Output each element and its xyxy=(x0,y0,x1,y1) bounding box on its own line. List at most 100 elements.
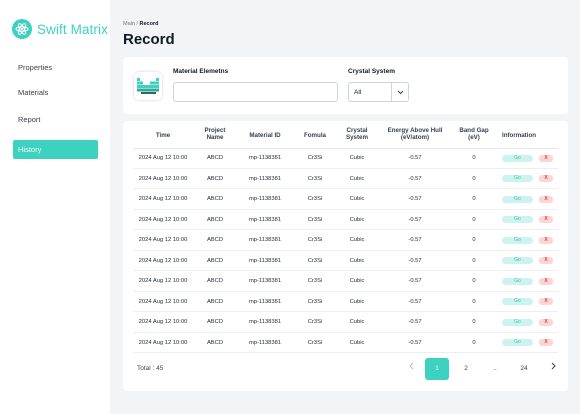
delete-button[interactable]: X xyxy=(539,154,553,162)
cell-energy-above-hull: -0.57 xyxy=(408,216,422,223)
sidebar-item-materials[interactable]: Materials xyxy=(13,83,98,102)
delete-button[interactable]: X xyxy=(539,175,553,182)
atom-icon xyxy=(12,19,32,39)
cell-project-name: ABCD xyxy=(206,155,224,161)
cell-band-gap: 0 xyxy=(472,175,476,182)
go-button[interactable]: Go xyxy=(502,318,533,326)
cell-crystal-system: Cubic xyxy=(349,298,365,305)
column-header-information: Information xyxy=(501,132,537,139)
column-header-crystal-system: Crystal System xyxy=(345,127,368,141)
cell-formula: Cr3Si xyxy=(307,175,323,182)
go-button[interactable]: Go xyxy=(502,195,533,203)
page-ellipsis: .. xyxy=(493,365,497,372)
go-button[interactable]: Go xyxy=(502,339,533,346)
cell-energy-above-hull: -0.57 xyxy=(408,298,422,305)
go-button[interactable]: Go xyxy=(502,298,533,305)
column-header-material-id: Material ID xyxy=(249,132,281,139)
chevron-down-icon[interactable] xyxy=(391,83,408,101)
cell-project-name: ABCD xyxy=(206,319,224,325)
filter-panel: Material Elemetns Crystal System All xyxy=(123,57,568,114)
crystal-system-select[interactable]: All xyxy=(348,82,409,102)
go-button[interactable]: Go xyxy=(502,277,533,285)
material-elements-input[interactable] xyxy=(173,82,338,102)
cell-formula: Cr3Si xyxy=(307,237,323,243)
go-button[interactable]: Go xyxy=(502,175,533,182)
app-name: Swift Matrix xyxy=(37,21,108,37)
go-button[interactable]: Go xyxy=(502,257,533,264)
delete-button[interactable]: X xyxy=(539,257,553,264)
breadcrumb-parent[interactable]: Main xyxy=(123,21,135,27)
column-header-band-gap: Band Gap (eV) xyxy=(459,127,489,141)
total-count: Total : 45 xyxy=(137,365,164,372)
column-header-energy-above-hull: Energy Above Hull (eV/atom) xyxy=(387,127,443,141)
go-button[interactable]: Go xyxy=(502,236,533,244)
delete-button[interactable]: X xyxy=(539,216,553,223)
cell-formula: Cr3Si xyxy=(307,319,323,325)
cell-band-gap: 0 xyxy=(472,237,476,243)
cell-formula: Cr3Si xyxy=(307,216,323,223)
cell-material-id: mp-1138381 xyxy=(248,237,282,243)
cell-time: 2024 Aug 12 10:00 xyxy=(138,216,188,223)
delete-button[interactable]: X xyxy=(539,318,553,326)
cell-band-gap: 0 xyxy=(472,216,476,223)
go-button[interactable]: Go xyxy=(502,216,533,223)
prev-page-button[interactable] xyxy=(399,358,423,380)
cell-formula: Cr3Si xyxy=(307,196,323,202)
delete-button[interactable]: X xyxy=(539,236,553,244)
table-row: 2024 Aug 12 10:00 ABCD mp-1138381 Cr3Si Cubi… xyxy=(133,312,558,333)
cell-project-name: ABCD xyxy=(206,298,224,305)
table-row: 2024 Aug 12 10:00 ABCD mp-1138381 Cr3Si Cubi… xyxy=(133,210,558,230)
cell-crystal-system: Cubic xyxy=(349,196,365,202)
cell-energy-above-hull: -0.57 xyxy=(408,278,422,284)
cell-band-gap: 0 xyxy=(472,278,476,284)
cell-time: 2024 Aug 12 10:00 xyxy=(138,298,188,305)
sidebar: Swift Matrix Properties Materials Report… xyxy=(0,0,110,414)
cell-time: 2024 Aug 12 10:00 xyxy=(138,257,188,264)
cell-time: 2024 Aug 12 10:00 xyxy=(138,319,188,325)
cell-material-id: mp-1138381 xyxy=(248,298,282,305)
cell-time: 2024 Aug 12 10:00 xyxy=(138,237,188,243)
page-button-1[interactable]: 1 xyxy=(425,358,449,380)
cell-material-id: mp-1138381 xyxy=(248,278,282,284)
chevron-left-icon xyxy=(408,362,413,370)
table-row: 2024 Aug 12 10:00 ABCD mp-1138381 Cr3Si Cubi… xyxy=(133,189,558,210)
chevron-right-icon xyxy=(551,362,556,370)
go-button[interactable]: Go xyxy=(502,154,533,162)
cell-project-name: ABCD xyxy=(206,339,224,346)
cell-formula: Cr3Si xyxy=(307,257,323,264)
table-row: 2024 Aug 12 10:00 ABCD mp-1138381 Cr3Si Cubi… xyxy=(133,333,558,353)
crystal-system-value: All xyxy=(354,88,362,96)
next-page-button[interactable] xyxy=(541,358,565,380)
material-elements-label: Material Elemetns xyxy=(173,68,229,75)
table-row: 2024 Aug 12 10:00 ABCD mp-1138381 Cr3Si Cubi… xyxy=(133,251,558,271)
cell-material-id: mp-1138381 xyxy=(248,319,282,325)
page-button-24[interactable]: 24 xyxy=(512,358,536,380)
delete-button[interactable]: X xyxy=(539,195,553,203)
cell-band-gap: 0 xyxy=(472,319,476,325)
delete-button[interactable]: X xyxy=(539,277,553,285)
cell-crystal-system: Cubic xyxy=(349,257,365,264)
cell-material-id: mp-1138381 xyxy=(248,216,282,223)
cell-crystal-system: Cubic xyxy=(349,155,365,161)
cell-band-gap: 0 xyxy=(472,155,476,161)
cell-band-gap: 0 xyxy=(472,339,476,346)
cell-crystal-system: Cubic xyxy=(349,237,365,243)
main-content: Main / Record Record Material Elemetns C… xyxy=(110,0,580,414)
cell-time: 2024 Aug 12 10:00 xyxy=(138,155,188,161)
sidebar-item-report[interactable]: Report xyxy=(13,110,98,129)
delete-button[interactable]: X xyxy=(539,339,553,346)
table-body: 2024 Aug 12 10:00 ABCD mp-1138381 Cr3Si Cubi… xyxy=(123,148,568,353)
sidebar-item-history[interactable]: History xyxy=(13,140,98,159)
delete-button[interactable]: X xyxy=(539,298,553,305)
cell-energy-above-hull: -0.57 xyxy=(408,319,422,325)
page-button-2[interactable]: 2 xyxy=(454,358,478,380)
sidebar-item-properties[interactable]: Properties xyxy=(13,58,98,77)
cell-formula: Cr3Si xyxy=(307,298,323,305)
cell-band-gap: 0 xyxy=(472,298,476,305)
cell-energy-above-hull: -0.57 xyxy=(408,339,422,346)
cell-formula: Cr3Si xyxy=(307,339,323,346)
app-logo[interactable]: Swift Matrix xyxy=(12,19,108,39)
cell-crystal-system: Cubic xyxy=(349,175,365,182)
cell-material-id: mp-1138381 xyxy=(248,155,282,161)
cell-project-name: ABCD xyxy=(206,216,224,223)
